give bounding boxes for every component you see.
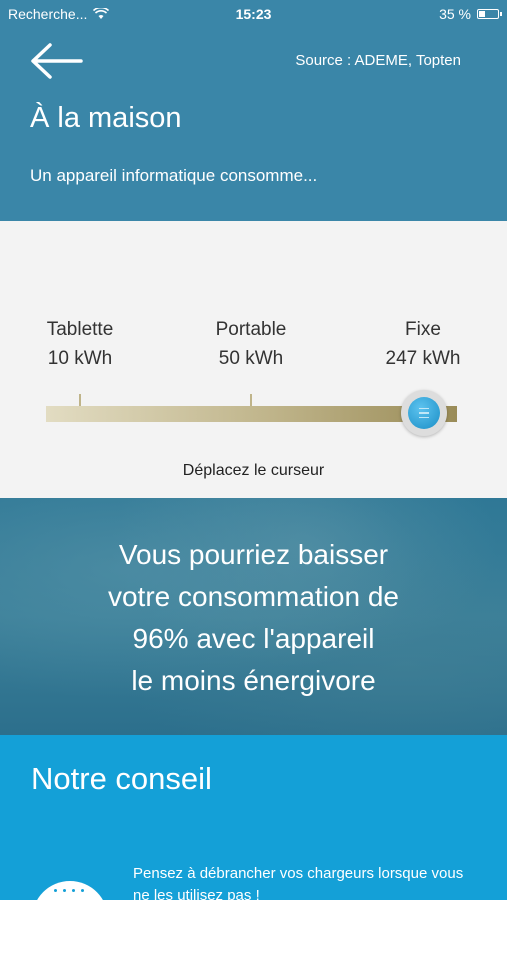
savings-line: votre consommation de [107, 581, 400, 612]
device-name: Fixe [405, 319, 441, 340]
plug-icon [32, 881, 108, 957]
status-right: 35 % [439, 6, 502, 22]
device-name: Tablette [46, 319, 114, 340]
consumption-slider-section: Tablette 10 kWh Portable 50 kWh Fixe 247… [0, 221, 507, 498]
back-button[interactable] [28, 42, 84, 80]
savings-result: Vous pourriez baisser votre consommation… [0, 498, 507, 735]
slider-track[interactable] [46, 406, 457, 422]
advice-title: Notre conseil [31, 761, 212, 796]
grip-icon [408, 397, 440, 429]
savings-message: Vous pourriez baisser votre consommation… [0, 534, 507, 702]
back-arrow-icon [31, 43, 83, 79]
savings-line: 96% avec l'appareil [132, 623, 375, 654]
battery-icon [477, 9, 502, 19]
device-name: Portable [215, 319, 287, 340]
page-title: À la maison [30, 102, 182, 134]
device-value: 247 kWh [385, 348, 461, 369]
slider-thumb[interactable] [401, 390, 447, 436]
advice-section: Notre conseil Pensez à débrancher vos ch… [0, 735, 507, 957]
battery-percent: 35 % [439, 6, 471, 22]
advice-text: Pensez à débrancher vos chargeurs lorsqu… [133, 865, 464, 904]
slider-hint: Déplacez le curseur [182, 462, 325, 479]
device-option-portable[interactable]: Portable 50 kWh [171, 315, 331, 373]
page-subtitle: Un appareil informatique consomme... [30, 166, 318, 185]
header: Source : ADEME, Topten À la maison Un ap… [0, 30, 507, 221]
clock: 15:23 [235, 6, 272, 22]
device-value: 50 kWh [218, 348, 284, 369]
savings-line: Vous pourriez baisser [118, 539, 389, 570]
status-bar: Recherche... 15:23 35 % [0, 0, 507, 30]
savings-line: le moins énergivore [131, 665, 376, 696]
source-label: Source : ADEME, Topten [295, 52, 461, 69]
device-value: 10 kWh [47, 348, 113, 369]
device-option-fixe[interactable]: Fixe 247 kWh [343, 315, 503, 373]
device-option-tablette[interactable]: Tablette 10 kWh [0, 315, 160, 373]
